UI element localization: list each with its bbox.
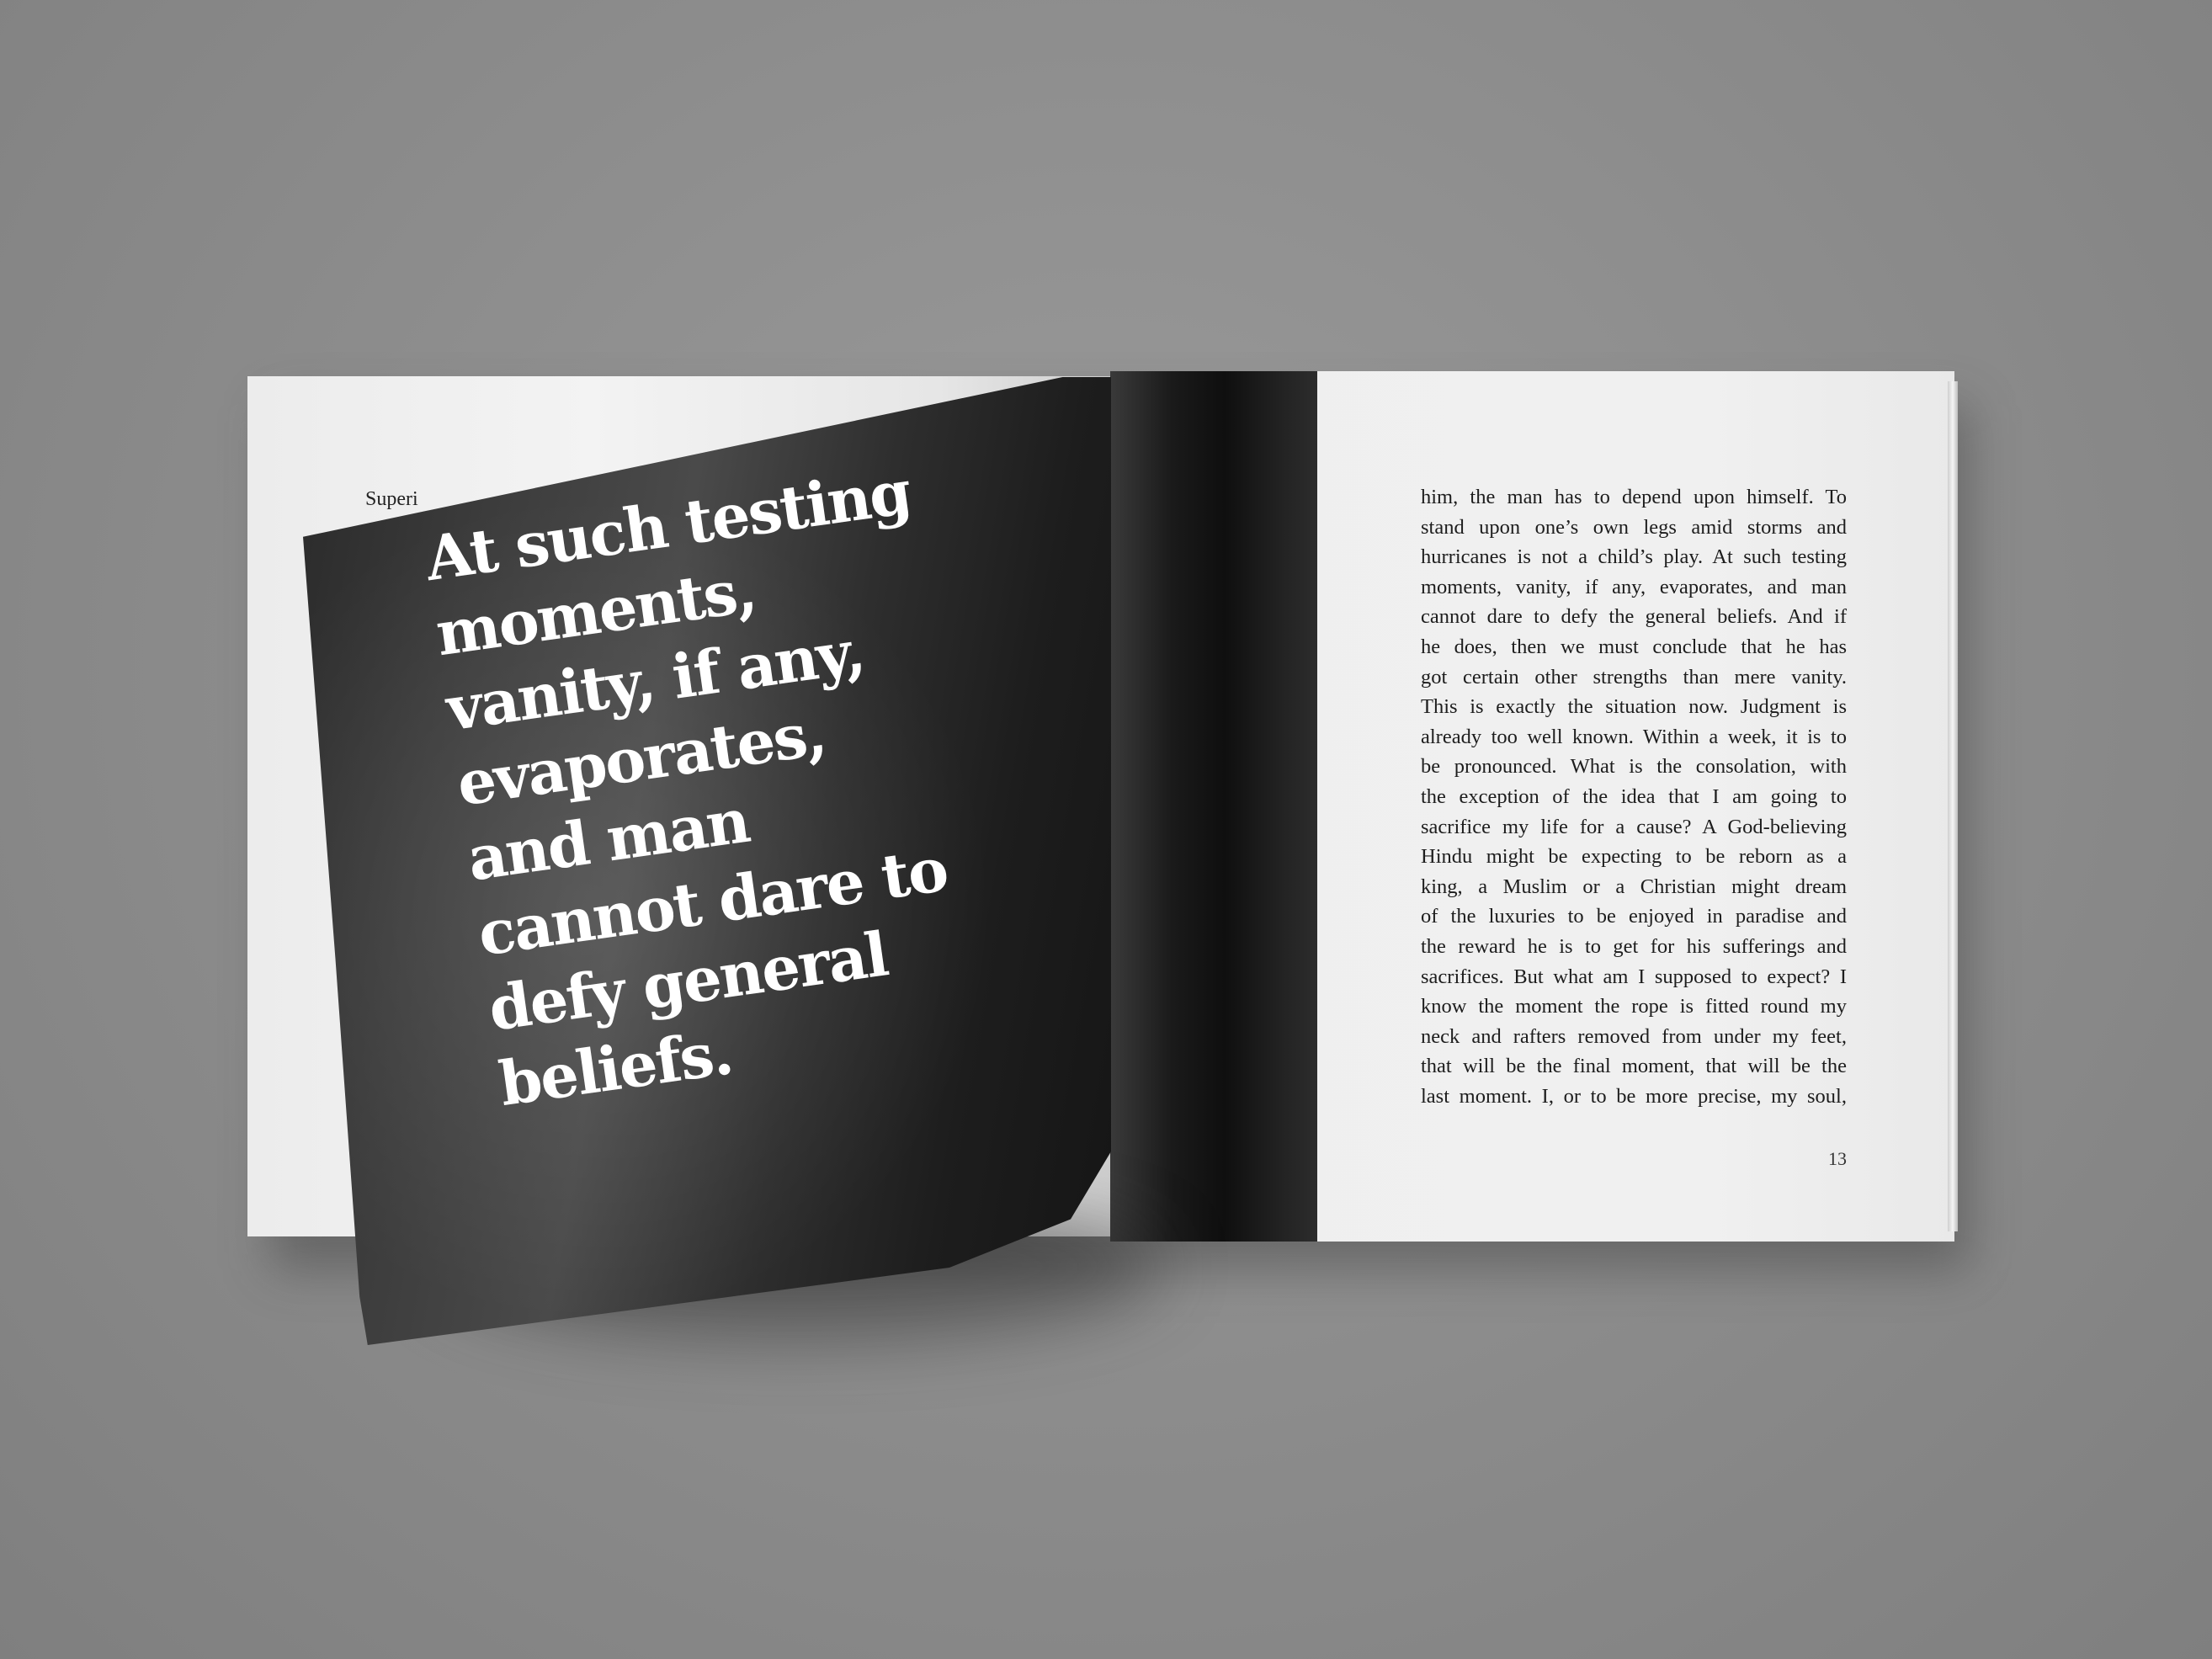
body-line: last moment. I, or to be more precise, m…	[1421, 1084, 1847, 1108]
body-line: got certain other strengths than mere va…	[1421, 665, 1847, 689]
right-page-number: 13	[1828, 1148, 1847, 1169]
left-text-fragment: Superi	[365, 488, 418, 510]
body-line: sacrifices. But what am I supposed to ex…	[1421, 965, 1847, 988]
body-line: the reward he is to get for his sufferin…	[1421, 934, 1847, 958]
body-line: stand upon one’s own legs amid storms an…	[1421, 515, 1847, 539]
body-line: him, the man has to depend upon himself.…	[1421, 486, 1847, 508]
body-line: of the luxuries to be enjoyed in paradis…	[1421, 905, 1847, 928]
body-line: cannot dare to defy the general beliefs.…	[1421, 605, 1847, 629]
page-stack-edge	[1948, 381, 1958, 1231]
body-line: he does, then we must conclude that he h…	[1421, 635, 1847, 658]
body-line: This is exactly the situation now. Judgm…	[1421, 695, 1847, 719]
body-line: king, a Muslim or a Christian might drea…	[1421, 875, 1847, 898]
body-line: already too well known. Within a week, i…	[1421, 725, 1847, 748]
body-line: neck and rafters removed from under my f…	[1421, 1024, 1847, 1048]
body-line: be pronounced. What is the consolation, …	[1421, 755, 1847, 779]
right-page-body-text: him, the man has to depend upon himself.…	[1421, 482, 1847, 1111]
body-line: hurricanes is not a child’s play. At suc…	[1421, 545, 1847, 569]
book-mockup-scene: Superi c w jo Go 10 T him, the man has t…	[0, 0, 2212, 1659]
body-line: Hindu might be expecting to be reborn as…	[1421, 845, 1847, 869]
body-line: know the moment the rope is fitted round…	[1421, 995, 1847, 1018]
body-line: moments, vanity, if any, evaporates, and…	[1421, 575, 1847, 598]
pull-quote: At such testing moments, vanity, if any,…	[421, 447, 1039, 1122]
dark-spread-page	[1110, 371, 1317, 1242]
body-line: sacrifice my life for a cause? A God-bel…	[1421, 815, 1847, 838]
body-line: the exception of the idea that I am goin…	[1421, 784, 1847, 808]
body-line: that will be the final moment, that will…	[1421, 1055, 1847, 1078]
